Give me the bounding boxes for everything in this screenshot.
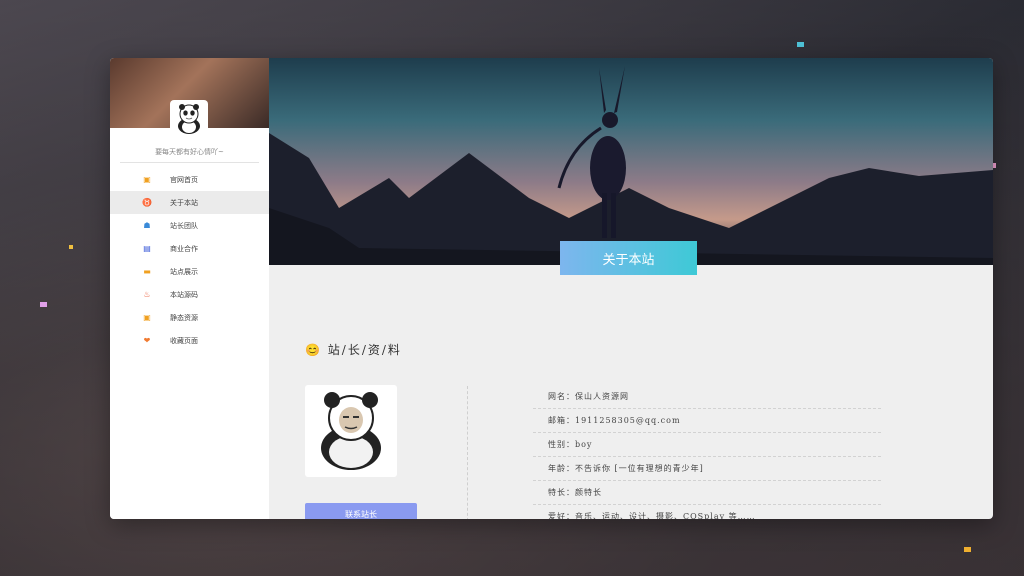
section-heading-text: 站/长/资/料 [327, 343, 402, 357]
home-icon: ▣ [143, 175, 151, 184]
sidebar-item-label: 官网首页 [170, 175, 198, 184]
sidebar-menu: ▣ 官网首页 ♉ 关于本站 ☗ 站长团队 ▤ 商业合作 ▬ 站点展示 ♨ 本站源… [110, 168, 269, 352]
info-age: 年龄：不告诉你 [一位有理想的青少年] [533, 457, 881, 481]
sidebar-item-label: 关于本站 [170, 198, 198, 207]
info-gender: 性别：boy [533, 433, 881, 457]
sidebar-item-label: 静态资源 [170, 313, 198, 322]
sidebar-item-static[interactable]: ▣ 静态资源 [110, 306, 269, 329]
sidebar-item-showcase[interactable]: ▬ 站点展示 [110, 260, 269, 283]
fire-icon: ♨ [143, 290, 151, 299]
info-nickname: 网名：保山人资源网 [533, 385, 881, 409]
sidebar-item-about[interactable]: ♉ 关于本站 [110, 191, 269, 214]
sidebar-item-label: 商业合作 [170, 244, 198, 253]
profile-info-list: 网名：保山人资源网 邮箱：1911258305@qq.com 性别：boy 年龄… [533, 385, 881, 519]
contact-owner-button[interactable]: 联系站长 [305, 503, 417, 519]
heart-icon: ❤ [143, 336, 151, 345]
box-icon: ▣ [143, 313, 151, 322]
sidebar-item-business[interactable]: ▤ 商业合作 [110, 237, 269, 260]
confetti-piece [797, 42, 804, 47]
confetti-piece [69, 245, 73, 249]
sidebar: 要每天都有好心情吖~ ▣ 官网首页 ♉ 关于本站 ☗ 站长团队 ▤ 商业合作 ▬… [110, 58, 269, 519]
sidebar-item-label: 收藏页面 [170, 336, 198, 345]
avatar[interactable] [170, 100, 208, 138]
banner-scene-icon [269, 66, 993, 265]
divider [120, 162, 259, 163]
profile-photo [305, 385, 397, 477]
folder-icon: ▬ [143, 267, 151, 276]
info-hobbies: 爱好：音乐、运动、设计、摄影、COSplay 等…… [533, 505, 881, 519]
smile-icon: 😊 [305, 343, 322, 357]
sidebar-item-source[interactable]: ♨ 本站源码 [110, 283, 269, 306]
sidebar-item-label: 本站源码 [170, 290, 198, 299]
sidebar-item-label: 站点展示 [170, 267, 198, 276]
sidebar-motto: 要每天都有好心情吖~ [155, 148, 224, 156]
alarm-icon: ♉ [142, 198, 152, 207]
confetti-piece [964, 547, 971, 552]
main-content: 关于本站 😊 站/长/资/料 联系站长 网名：保山人资源网 邮箱：1911258… [269, 58, 993, 519]
divider [467, 386, 468, 519]
info-specialty: 特长：颜特长 [533, 481, 881, 505]
team-icon: ☗ [143, 221, 151, 230]
page-title: 关于本站 [560, 241, 697, 275]
app-window: 要每天都有好心情吖~ ▣ 官网首页 ♉ 关于本站 ☗ 站长团队 ▤ 商业合作 ▬… [110, 58, 993, 519]
banner-image [269, 58, 993, 265]
info-email[interactable]: 邮箱：1911258305@qq.com [533, 409, 881, 433]
business-icon: ▤ [143, 244, 151, 253]
section-heading: 😊 站/长/资/料 [305, 341, 402, 358]
sidebar-item-favorites[interactable]: ❤ 收藏页面 [110, 329, 269, 352]
sidebar-item-home[interactable]: ▣ 官网首页 [110, 168, 269, 191]
sidebar-item-team[interactable]: ☗ 站长团队 [110, 214, 269, 237]
panda-avatar-icon [178, 104, 200, 134]
confetti-piece [40, 302, 47, 307]
panda-meme-icon [321, 392, 381, 470]
sidebar-item-label: 站长团队 [170, 221, 198, 230]
